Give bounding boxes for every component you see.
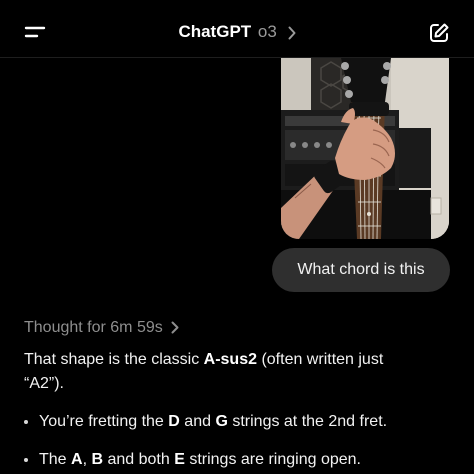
user-uploaded-photo[interactable] [281, 58, 449, 239]
top-bar: ChatGPT o3 [0, 0, 474, 58]
bullet-dot [24, 458, 28, 462]
model-selector[interactable]: ChatGPT o3 [0, 20, 474, 44]
model-name: o3 [257, 22, 277, 41]
chevron-right-icon [288, 26, 296, 40]
bullet-dot [24, 420, 28, 424]
thought-label: Thought for 6m 59s [24, 319, 163, 336]
chevron-right-icon [171, 321, 179, 334]
assistant-answer-intro: That shape is the classic A-sus2 (often … [24, 351, 384, 392]
chord-name: A-sus2 [203, 351, 257, 368]
app-title: ChatGPT [178, 22, 252, 41]
thought-duration-toggle[interactable]: Thought for 6m 59s [24, 316, 179, 340]
edit-pencil-icon[interactable] [428, 22, 450, 44]
user-message-bubble: What chord is this [272, 248, 450, 292]
guitar-photo-illustration [281, 58, 449, 239]
